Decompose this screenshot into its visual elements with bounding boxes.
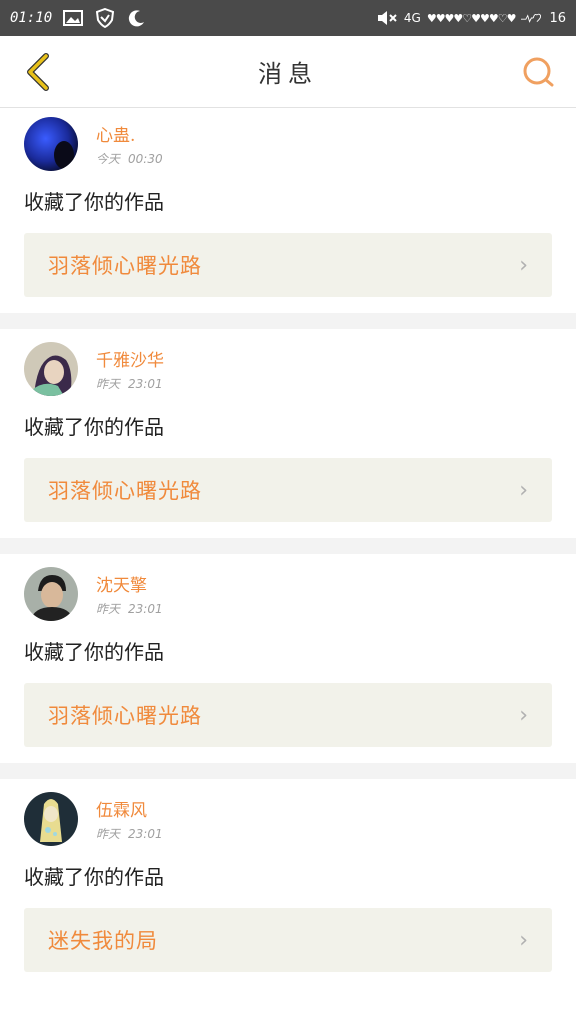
- avatar[interactable]: [24, 567, 78, 621]
- photo-icon: [62, 8, 84, 28]
- app-header: 消息: [0, 36, 576, 108]
- work-link[interactable]: 羽落倾心曙光路 ›: [24, 683, 552, 747]
- message-card: 心蛊. 今天 00:30 收藏了你的作品 羽落倾心曙光路 ›: [0, 108, 576, 313]
- timestamp-time: 23:01: [128, 602, 163, 616]
- back-button[interactable]: [18, 52, 58, 92]
- status-time: 01:10: [10, 10, 53, 26]
- action-text: 收藏了你的作品: [24, 865, 164, 889]
- page-title: 消息: [258, 60, 318, 88]
- message-card: 伍霖风 昨天 23:01 收藏了你的作品 迷失我的局 ›: [0, 779, 576, 988]
- work-link[interactable]: 迷失我的局 ›: [24, 908, 552, 972]
- action-text: 收藏了你的作品: [24, 640, 164, 664]
- username[interactable]: 千雅沙华: [96, 346, 164, 371]
- network-label: 4G: [403, 11, 421, 25]
- timestamp-time: 23:01: [128, 827, 163, 841]
- search-icon: [523, 57, 554, 86]
- search-button[interactable]: [518, 52, 558, 92]
- work-title: 羽落倾心曙光路: [48, 704, 202, 728]
- chevron-right-icon: ›: [519, 927, 528, 953]
- heartbeat-icon: [521, 8, 543, 28]
- chevron-right-icon: ›: [519, 702, 528, 728]
- battery-level: 16: [549, 10, 566, 26]
- work-link[interactable]: 羽落倾心曙光路 ›: [24, 233, 552, 297]
- signal-hearts: ♥♥♥♥♡♥♥♥♡♥: [426, 11, 517, 25]
- timestamp-day: 昨天: [96, 602, 121, 616]
- avatar[interactable]: [24, 342, 78, 396]
- timestamp-time: 00:30: [128, 152, 163, 166]
- timestamp-day: 昨天: [96, 827, 121, 841]
- work-link[interactable]: 羽落倾心曙光路 ›: [24, 458, 552, 522]
- status-bar: 01:10 4G ♥♥♥♥♡♥♥♥♡♥ 16: [0, 0, 576, 36]
- shield-icon: [94, 8, 116, 28]
- avatar[interactable]: [24, 117, 78, 171]
- timestamp-day: 今天: [96, 152, 121, 166]
- timestamp: 昨天 23:01: [96, 825, 163, 842]
- message-list: 心蛊. 今天 00:30 收藏了你的作品 羽落倾心曙光路 › 千雅沙华 昨天 23:…: [0, 108, 576, 988]
- action-text: 收藏了你的作品: [24, 190, 164, 214]
- chevron-right-icon: ›: [519, 252, 528, 278]
- timestamp: 昨天 23:01: [96, 375, 164, 392]
- work-title: 迷失我的局: [48, 929, 158, 953]
- message-card: 千雅沙华 昨天 23:01 收藏了你的作品 羽落倾心曙光路 ›: [0, 329, 576, 538]
- timestamp: 今天 00:30: [96, 150, 163, 167]
- moon-icon: [126, 8, 148, 28]
- chevron-left-icon: [27, 52, 49, 91]
- work-title: 羽落倾心曙光路: [48, 254, 202, 278]
- timestamp-time: 23:01: [128, 377, 163, 391]
- avatar[interactable]: [24, 792, 78, 846]
- username[interactable]: 伍霖风: [96, 796, 163, 821]
- chevron-right-icon: ›: [519, 477, 528, 503]
- username[interactable]: 心蛊.: [96, 121, 163, 146]
- work-title: 羽落倾心曙光路: [48, 479, 202, 503]
- timestamp: 昨天 23:01: [96, 600, 163, 617]
- mute-icon: [376, 8, 398, 28]
- timestamp-day: 昨天: [96, 377, 121, 391]
- message-card: 沈天擎 昨天 23:01 收藏了你的作品 羽落倾心曙光路 ›: [0, 554, 576, 763]
- action-text: 收藏了你的作品: [24, 415, 164, 439]
- username[interactable]: 沈天擎: [96, 571, 163, 596]
